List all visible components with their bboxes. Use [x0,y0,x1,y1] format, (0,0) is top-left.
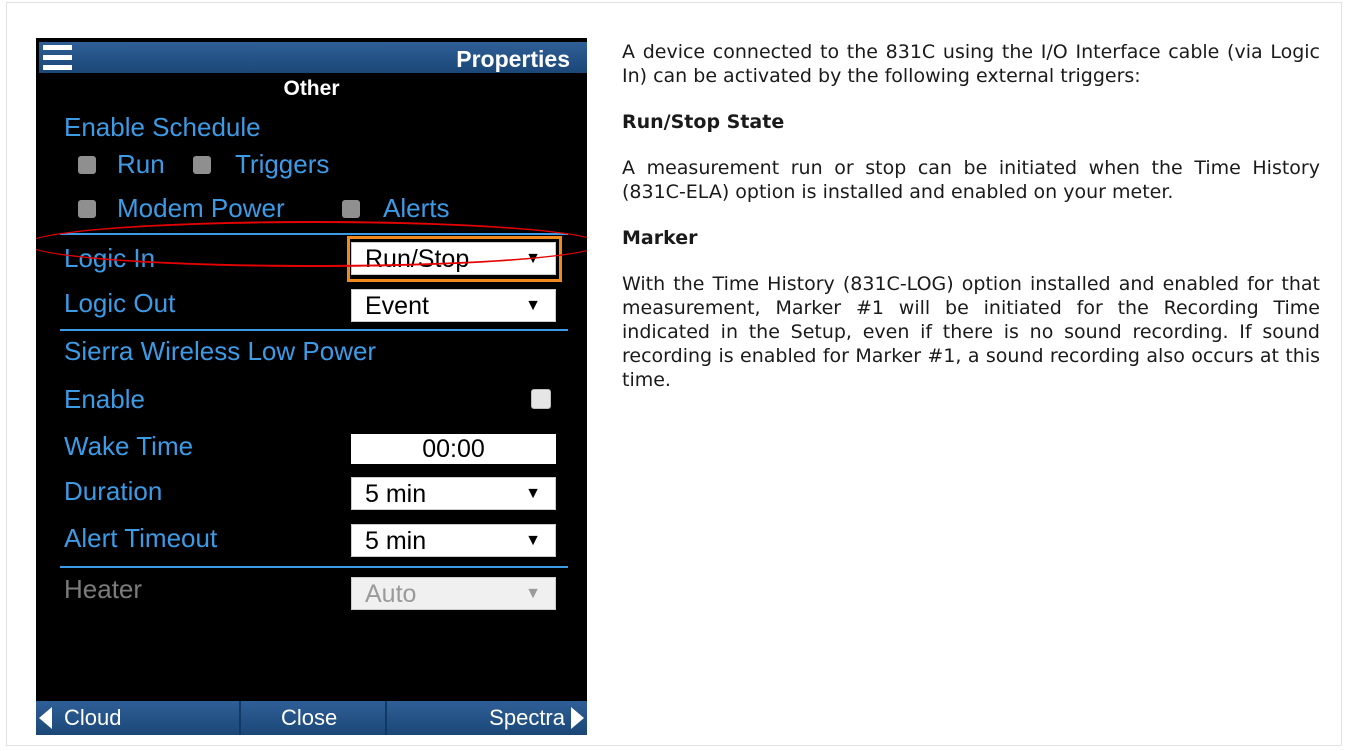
divider [60,566,568,568]
duration-select[interactable]: 5 min ▼ [351,477,556,510]
heater-label: Heater [64,574,143,604]
sierra-wireless-header: Sierra Wireless Low Power [64,336,377,366]
heading-marker: Marker [622,227,698,249]
dropdown-arrow-icon: ▼ [525,532,541,549]
arrow-left-icon [39,707,52,729]
triggers-checkbox[interactable] [193,156,211,174]
marker-paragraph: With the Time History (831C-LOG) option … [622,273,1320,391]
dropdown-arrow-icon: ▼ [525,485,541,502]
alert-timeout-value: 5 min [365,527,427,555]
title-bar: Properties [39,42,587,73]
divider [385,701,387,735]
run-label: Run [117,149,165,179]
enable-label: Enable [64,384,145,414]
divider [239,701,241,735]
annotation-ellipse [36,221,587,267]
intro-paragraph: A device connected to the 831C using the… [622,41,1320,87]
divider [60,329,568,331]
alerts-checkbox[interactable] [342,200,360,218]
enable-schedule-label: Enable Schedule [64,112,261,142]
run-stop-paragraph: A measurement run or stop can be initiat… [622,157,1320,203]
enable-checkbox[interactable] [531,389,551,409]
alert-timeout-select[interactable]: 5 min ▼ [351,524,556,557]
close-button[interactable]: Close [281,701,337,735]
logic-out-label: Logic Out [64,288,176,318]
help-text-panel: A device connected to the 831C using the… [622,40,1320,392]
alerts-label: Alerts [383,193,450,223]
section-title: Other [283,77,340,100]
modem-power-checkbox[interactable] [78,200,96,218]
triggers-label: Triggers [235,149,330,179]
arrow-right-icon [571,707,584,729]
device-screen: Properties Other Enable Schedule Run Tri… [36,38,587,735]
wake-time-input[interactable]: 00:00 [351,434,556,464]
modem-power-label: Modem Power [117,193,285,223]
dropdown-arrow-icon: ▼ [525,297,541,314]
cloud-button[interactable]: Cloud [64,701,121,735]
page-title: Properties [456,46,570,72]
dropdown-arrow-icon: ▼ [525,585,541,602]
heater-select: Auto ▼ [351,577,556,610]
wake-time-label: Wake Time [64,431,194,461]
run-checkbox[interactable] [78,156,96,174]
alert-timeout-label: Alert Timeout [64,523,218,553]
logic-out-select[interactable]: Event ▼ [351,289,556,322]
heading-run-stop: Run/Stop State [622,111,785,133]
logic-out-value: Event [365,292,429,320]
bottom-nav-bar: Cloud Close Spectra [36,701,587,735]
duration-value: 5 min [365,480,427,508]
spectra-button[interactable]: Spectra [489,701,565,735]
heater-value: Auto [365,580,417,608]
menu-icon[interactable] [43,42,73,72]
duration-label: Duration [64,476,163,506]
